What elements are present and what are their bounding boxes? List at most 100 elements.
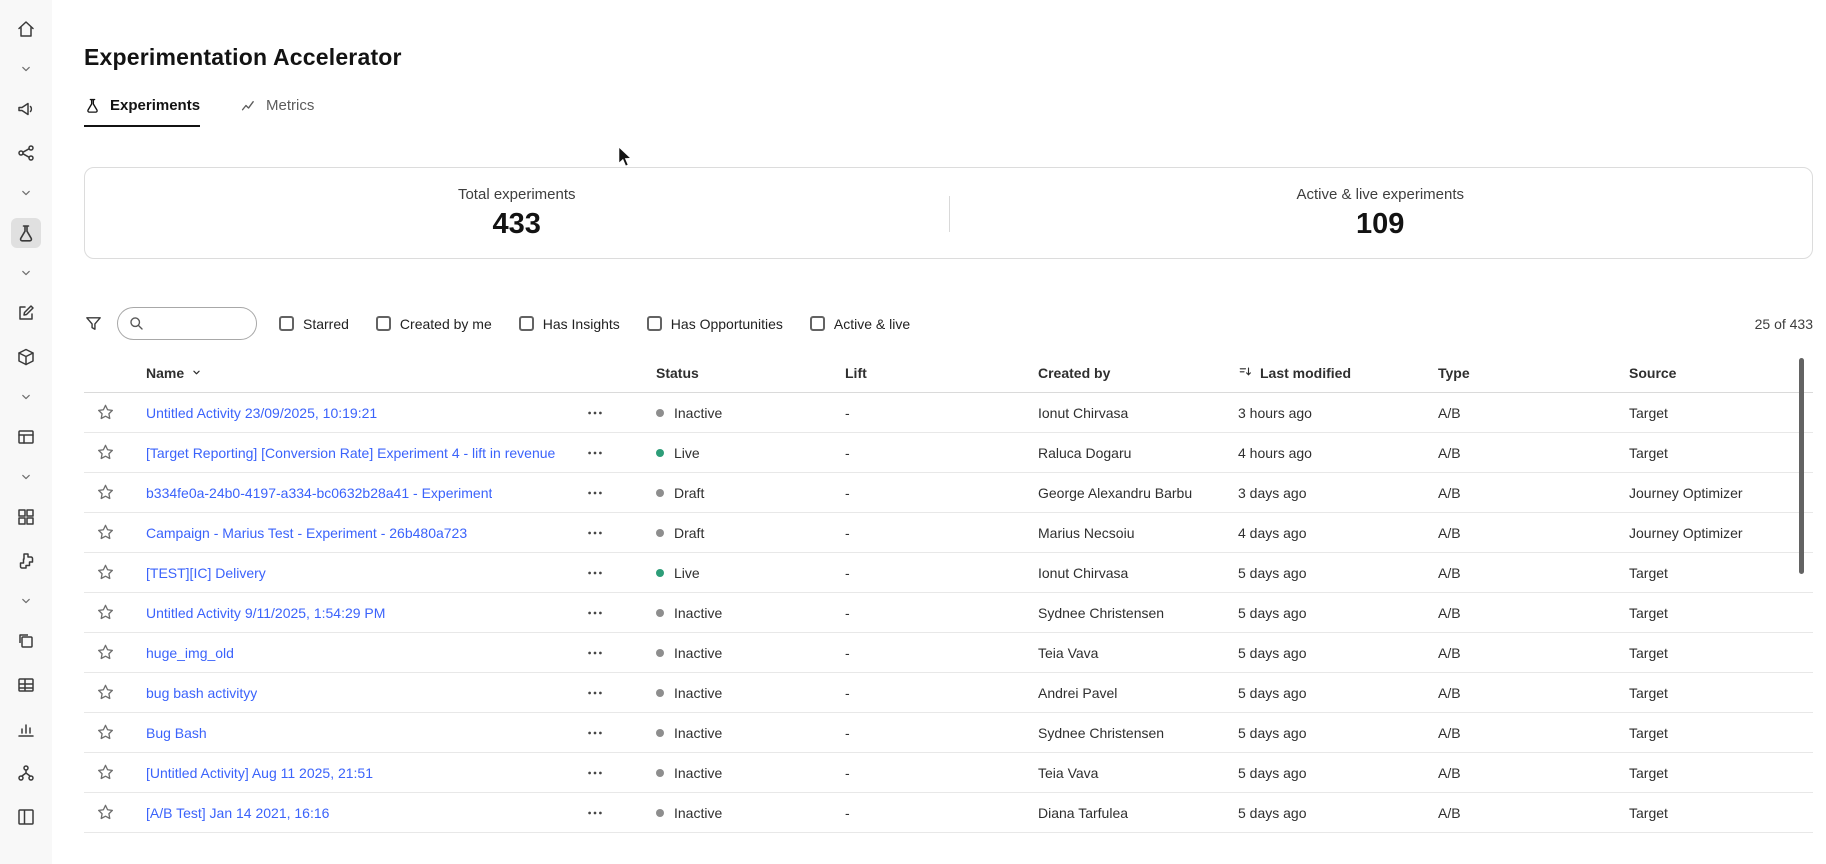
data-table-icon[interactable] <box>11 422 41 452</box>
table-scrollbar[interactable] <box>1799 358 1804 574</box>
star-icon[interactable] <box>96 563 115 582</box>
more-actions-button[interactable] <box>580 642 610 664</box>
more-actions-button[interactable] <box>580 802 610 824</box>
experiment-name-link[interactable]: [Untitled Activity] Aug 11 2025, 21:51 <box>146 765 373 781</box>
created-by: Ionut Chirvasa <box>1021 405 1221 421</box>
stat-label: Active & live experiments <box>949 186 1813 203</box>
status-label: Inactive <box>674 685 722 701</box>
status-label: Live <box>674 445 700 461</box>
column-label: Last modified <box>1260 365 1351 381</box>
table-row: [A/B Test] Jan 14 2021, 16:16 Inactive -… <box>84 793 1813 833</box>
more-actions-button[interactable] <box>580 482 610 504</box>
lift-value: - <box>831 405 1021 421</box>
divider <box>949 196 950 232</box>
column-label: Name <box>146 365 184 381</box>
column-label: Lift <box>845 365 867 381</box>
chart-icon[interactable] <box>11 714 41 744</box>
more-actions-button[interactable] <box>580 442 610 464</box>
table-row: b334fe0a-24b0-4197-a334-bc0632b28a41 - E… <box>84 473 1813 513</box>
type-value: A/B <box>1421 565 1611 581</box>
more-actions-button[interactable] <box>580 562 610 584</box>
checkbox-has-opportunities[interactable]: Has Opportunities <box>647 316 783 332</box>
stat-label: Total experiments <box>85 186 949 203</box>
experiment-name-link[interactable]: [A/B Test] Jan 14 2021, 16:16 <box>146 805 329 821</box>
experiments-table: Name Status Lift Created by Last modifie… <box>84 353 1813 833</box>
org-icon[interactable] <box>11 758 41 788</box>
filter-funnel-button[interactable] <box>84 314 103 333</box>
chevron-down-icon[interactable] <box>11 182 41 204</box>
ellipsis-icon <box>586 684 604 702</box>
checkbox-active-live[interactable]: Active & live <box>810 316 910 332</box>
source-value: Target <box>1611 565 1813 581</box>
experiment-name-link[interactable]: Untitled Activity 23/09/2025, 10:19:21 <box>146 405 377 421</box>
edit-icon[interactable] <box>11 298 41 328</box>
table-icon[interactable] <box>11 670 41 700</box>
experiment-name-link[interactable]: bug bash activityy <box>146 685 257 701</box>
tab-label: Experiments <box>110 97 200 114</box>
star-icon[interactable] <box>96 483 115 502</box>
created-by: Andrei Pavel <box>1021 685 1221 701</box>
more-actions-button[interactable] <box>580 762 610 784</box>
chevron-down-icon[interactable] <box>11 590 41 612</box>
chevron-down-icon[interactable] <box>11 58 41 80</box>
status-dot <box>656 809 664 817</box>
checkbox-box[interactable] <box>647 316 662 331</box>
column-header-source[interactable]: Source <box>1611 365 1813 381</box>
star-icon[interactable] <box>96 763 115 782</box>
checkbox-created-by-me[interactable]: Created by me <box>376 316 492 332</box>
star-icon[interactable] <box>96 643 115 662</box>
checkbox-label: Has Insights <box>543 316 620 332</box>
panels-icon[interactable] <box>11 802 41 832</box>
checkbox-box[interactable] <box>279 316 294 331</box>
star-icon[interactable] <box>96 403 115 422</box>
grid-icon[interactable] <box>11 502 41 532</box>
chevron-down-icon[interactable] <box>11 386 41 408</box>
experiment-name-link[interactable]: [TEST][IC] Delivery <box>146 565 266 581</box>
checkbox-box[interactable] <box>376 316 391 331</box>
checkbox-box[interactable] <box>519 316 534 331</box>
column-header-type[interactable]: Type <box>1421 365 1611 381</box>
star-icon[interactable] <box>96 683 115 702</box>
more-actions-button[interactable] <box>580 602 610 624</box>
more-actions-button[interactable] <box>580 682 610 704</box>
star-icon[interactable] <box>96 443 115 462</box>
experiment-name-link[interactable]: b334fe0a-24b0-4197-a334-bc0632b28a41 - E… <box>146 485 492 501</box>
star-icon[interactable] <box>96 523 115 542</box>
chevron-down-icon <box>190 366 203 379</box>
column-header-created-by[interactable]: Created by <box>1021 365 1221 381</box>
star-icon[interactable] <box>96 803 115 822</box>
ellipsis-icon <box>586 604 604 622</box>
home-icon[interactable] <box>11 14 41 44</box>
experiment-name-link[interactable]: Bug Bash <box>146 725 207 741</box>
column-header-last-modified[interactable]: Last modified <box>1221 365 1421 381</box>
experiment-name-link[interactable]: huge_img_old <box>146 645 234 661</box>
megaphone-icon[interactable] <box>11 94 41 124</box>
chevron-down-icon[interactable] <box>11 262 41 284</box>
flask-experiments-icon[interactable] <box>11 218 41 248</box>
chevron-down-icon[interactable] <box>11 466 41 488</box>
lift-value: - <box>831 725 1021 741</box>
experiment-name-link[interactable]: [Target Reporting] [Conversion Rate] Exp… <box>146 445 555 461</box>
tab-experiments[interactable]: Experiments <box>84 97 200 127</box>
checkbox-has-insights[interactable]: Has Insights <box>519 316 620 332</box>
stat-active-live-experiments: Active & live experiments 109 <box>949 186 1813 241</box>
workflow-icon[interactable] <box>11 138 41 168</box>
checkbox-starred[interactable]: Starred <box>279 316 349 332</box>
column-header-lift[interactable]: Lift <box>831 365 1021 381</box>
experiment-name-link[interactable]: Untitled Activity 9/11/2025, 1:54:29 PM <box>146 605 385 621</box>
status-label: Inactive <box>674 805 722 821</box>
tab-metrics[interactable]: Metrics <box>240 97 314 127</box>
puzzle-icon[interactable] <box>11 546 41 576</box>
more-actions-button[interactable] <box>580 402 610 424</box>
copy-icon[interactable] <box>11 626 41 656</box>
star-icon[interactable] <box>96 603 115 622</box>
more-actions-button[interactable] <box>580 722 610 744</box>
checkbox-box[interactable] <box>810 316 825 331</box>
star-icon[interactable] <box>96 723 115 742</box>
column-header-status[interactable]: Status <box>636 365 831 381</box>
experiment-name-link[interactable]: Campaign - Marius Test - Experiment - 26… <box>146 525 467 541</box>
more-actions-button[interactable] <box>580 522 610 544</box>
column-header-name[interactable]: Name <box>126 365 636 381</box>
box-icon[interactable] <box>11 342 41 372</box>
checkbox-label: Created by me <box>400 316 492 332</box>
